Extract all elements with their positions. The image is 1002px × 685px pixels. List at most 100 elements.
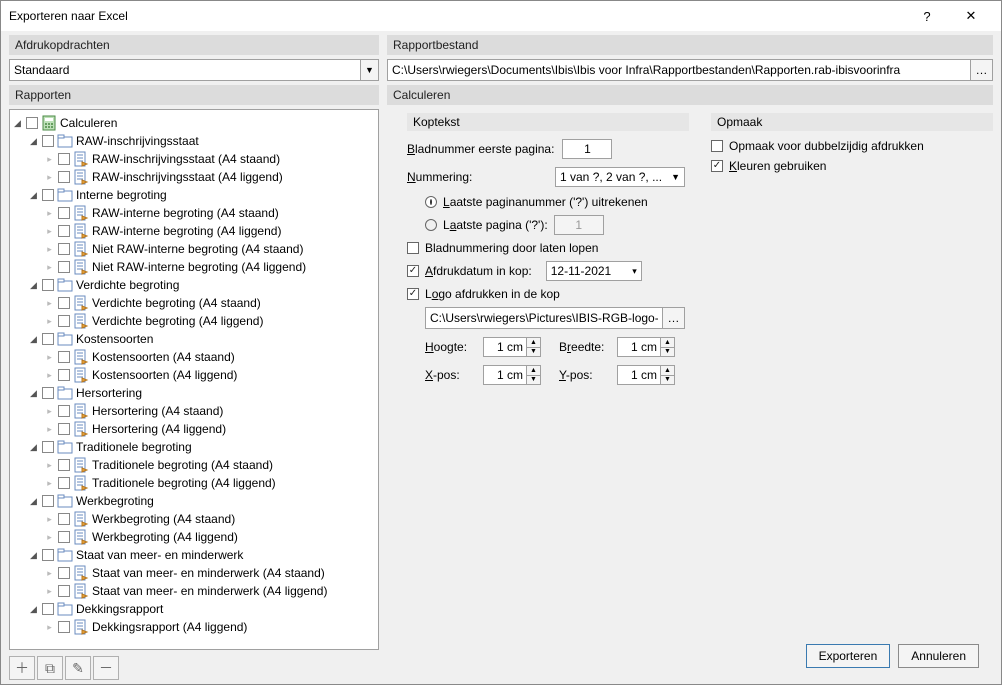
tree-checkbox[interactable] — [58, 153, 70, 165]
hoogte-spinner[interactable]: ▲▼ — [483, 337, 541, 357]
tree-checkbox[interactable] — [58, 315, 70, 327]
tree-checkbox[interactable] — [58, 297, 70, 309]
radio-fixed-last[interactable] — [425, 219, 437, 231]
edit-button[interactable]: ✎ — [65, 656, 91, 680]
tree-twist-icon[interactable]: ◢ — [28, 442, 39, 453]
tree-item-label[interactable]: Kostensoorten (A4 liggend) — [92, 368, 237, 382]
remove-button[interactable]: － — [93, 656, 119, 680]
close-button[interactable]: ✕ — [949, 1, 993, 31]
nummering-select[interactable]: 1 van ?, 2 van ?, ...▼ — [555, 167, 685, 187]
tree-item-label[interactable]: Kostensoorten (A4 staand) — [92, 350, 235, 364]
tree-twist-icon[interactable]: ◢ — [28, 388, 39, 399]
tree-checkbox[interactable] — [58, 171, 70, 183]
cancel-button[interactable]: Annuleren — [898, 644, 979, 668]
cb-dubbelzijdig[interactable] — [711, 140, 723, 152]
cb-doorlopen[interactable] — [407, 242, 419, 254]
tree-leaf-icon[interactable]: ▸ — [44, 514, 55, 525]
tree-group-label[interactable]: Dekkingsrapport — [76, 602, 163, 616]
tree-item-label[interactable]: RAW-interne begroting (A4 liggend) — [92, 224, 281, 238]
tree-twist-icon[interactable]: ◢ — [28, 604, 39, 615]
tree-leaf-icon[interactable]: ▸ — [44, 424, 55, 435]
tree-twist-icon[interactable]: ◢ — [28, 496, 39, 507]
tree-item-label[interactable]: Werkbegroting (A4 liggend) — [92, 530, 238, 544]
tree-checkbox[interactable] — [42, 279, 54, 291]
tree-leaf-icon[interactable]: ▸ — [44, 478, 55, 489]
afdrukopdracht-dropdown-icon[interactable]: ▼ — [361, 59, 379, 81]
tree-group-label[interactable]: Werkbegroting — [76, 494, 154, 508]
breedte-spinner[interactable]: ▲▼ — [617, 337, 675, 357]
tree-checkbox[interactable] — [42, 549, 54, 561]
tree-leaf-icon[interactable]: ▸ — [44, 370, 55, 381]
tree-checkbox[interactable] — [42, 135, 54, 147]
cb-logo[interactable] — [407, 288, 419, 300]
tree-checkbox[interactable] — [26, 117, 38, 129]
browse-logo-button[interactable]: … — [663, 307, 685, 329]
tree-item-label[interactable]: Hersortering (A4 liggend) — [92, 422, 226, 436]
tree-checkbox[interactable] — [58, 369, 70, 381]
tree-leaf-icon[interactable]: ▸ — [44, 352, 55, 363]
cb-afdrukdatum[interactable] — [407, 265, 419, 277]
tree-group-label[interactable]: Staat van meer- en minderwerk — [76, 548, 243, 562]
tree-leaf-icon[interactable]: ▸ — [44, 208, 55, 219]
tree-checkbox[interactable] — [58, 585, 70, 597]
tree-leaf-icon[interactable]: ▸ — [44, 460, 55, 471]
tree-twist-icon[interactable]: ◢ — [28, 550, 39, 561]
xpos-spinner[interactable]: ▲▼ — [483, 365, 541, 385]
browse-rapportbestand-button[interactable]: … — [971, 59, 993, 81]
tree-root-label[interactable]: Calculeren — [60, 116, 117, 130]
export-button[interactable]: Exporteren — [806, 644, 891, 668]
tree-checkbox[interactable] — [58, 621, 70, 633]
tree-item-label[interactable]: Traditionele begroting (A4 staand) — [92, 458, 273, 472]
tree-item-label[interactable]: Hersortering (A4 staand) — [92, 404, 223, 418]
tree-leaf-icon[interactable]: ▸ — [44, 316, 55, 327]
tree-item-label[interactable]: Traditionele begroting (A4 liggend) — [92, 476, 276, 490]
tree-checkbox[interactable] — [58, 567, 70, 579]
tree-item-label[interactable]: RAW-interne begroting (A4 staand) — [92, 206, 279, 220]
tree-leaf-icon[interactable]: ▸ — [44, 406, 55, 417]
tree-checkbox[interactable] — [58, 423, 70, 435]
tree-checkbox[interactable] — [58, 261, 70, 273]
tree-group-label[interactable]: RAW-inschrijvingsstaat — [76, 134, 199, 148]
tree-leaf-icon[interactable]: ▸ — [44, 568, 55, 579]
help-button[interactable]: ? — [905, 1, 949, 31]
tree-item-label[interactable]: Werkbegroting (A4 staand) — [92, 512, 235, 526]
tree-item-label[interactable]: Staat van meer- en minderwerk (A4 staand… — [92, 566, 325, 580]
tree-leaf-icon[interactable]: ▸ — [44, 532, 55, 543]
tree-twist-icon[interactable]: ◢ — [28, 190, 39, 201]
tree-item-label[interactable]: RAW-inschrijvingsstaat (A4 liggend) — [92, 170, 283, 184]
add-button[interactable]: ＋ — [9, 656, 35, 680]
tree-leaf-icon[interactable]: ▸ — [44, 298, 55, 309]
tree-leaf-icon[interactable]: ▸ — [44, 172, 55, 183]
tree-item-label[interactable]: Niet RAW-interne begroting (A4 staand) — [92, 242, 303, 256]
tree-checkbox[interactable] — [58, 477, 70, 489]
logo-path-input[interactable] — [425, 307, 663, 329]
tree-group-label[interactable]: Hersortering — [76, 386, 142, 400]
tree-checkbox[interactable] — [58, 459, 70, 471]
tree-item-label[interactable]: RAW-inschrijvingsstaat (A4 staand) — [92, 152, 280, 166]
tree-group-label[interactable]: Interne begroting — [76, 188, 167, 202]
tree-checkbox[interactable] — [58, 513, 70, 525]
rapportbestand-path[interactable] — [387, 59, 971, 81]
tree-checkbox[interactable] — [42, 387, 54, 399]
tree-leaf-icon[interactable]: ▸ — [44, 244, 55, 255]
tree-group-label[interactable]: Traditionele begroting — [76, 440, 192, 454]
tree-checkbox[interactable] — [42, 441, 54, 453]
tree-checkbox[interactable] — [58, 405, 70, 417]
copy-button[interactable]: ⧉ — [37, 656, 63, 680]
ypos-spinner[interactable]: ▲▼ — [617, 365, 675, 385]
tree-checkbox[interactable] — [58, 243, 70, 255]
tree-item-label[interactable]: Verdichte begroting (A4 liggend) — [92, 314, 263, 328]
radio-calc-last[interactable] — [425, 196, 437, 208]
tree-checkbox[interactable] — [42, 603, 54, 615]
tree-leaf-icon[interactable]: ▸ — [44, 154, 55, 165]
tree-twist-icon[interactable]: ◢ — [12, 118, 23, 129]
tree-leaf-icon[interactable]: ▸ — [44, 622, 55, 633]
tree-checkbox[interactable] — [42, 333, 54, 345]
tree-item-label[interactable]: Niet RAW-interne begroting (A4 liggend) — [92, 260, 306, 274]
tree-leaf-icon[interactable]: ▸ — [44, 262, 55, 273]
cb-kleuren[interactable] — [711, 160, 723, 172]
tree-checkbox[interactable] — [58, 225, 70, 237]
tree-twist-icon[interactable]: ◢ — [28, 280, 39, 291]
tree-group-label[interactable]: Verdichte begroting — [76, 278, 179, 292]
tree-twist-icon[interactable]: ◢ — [28, 334, 39, 345]
